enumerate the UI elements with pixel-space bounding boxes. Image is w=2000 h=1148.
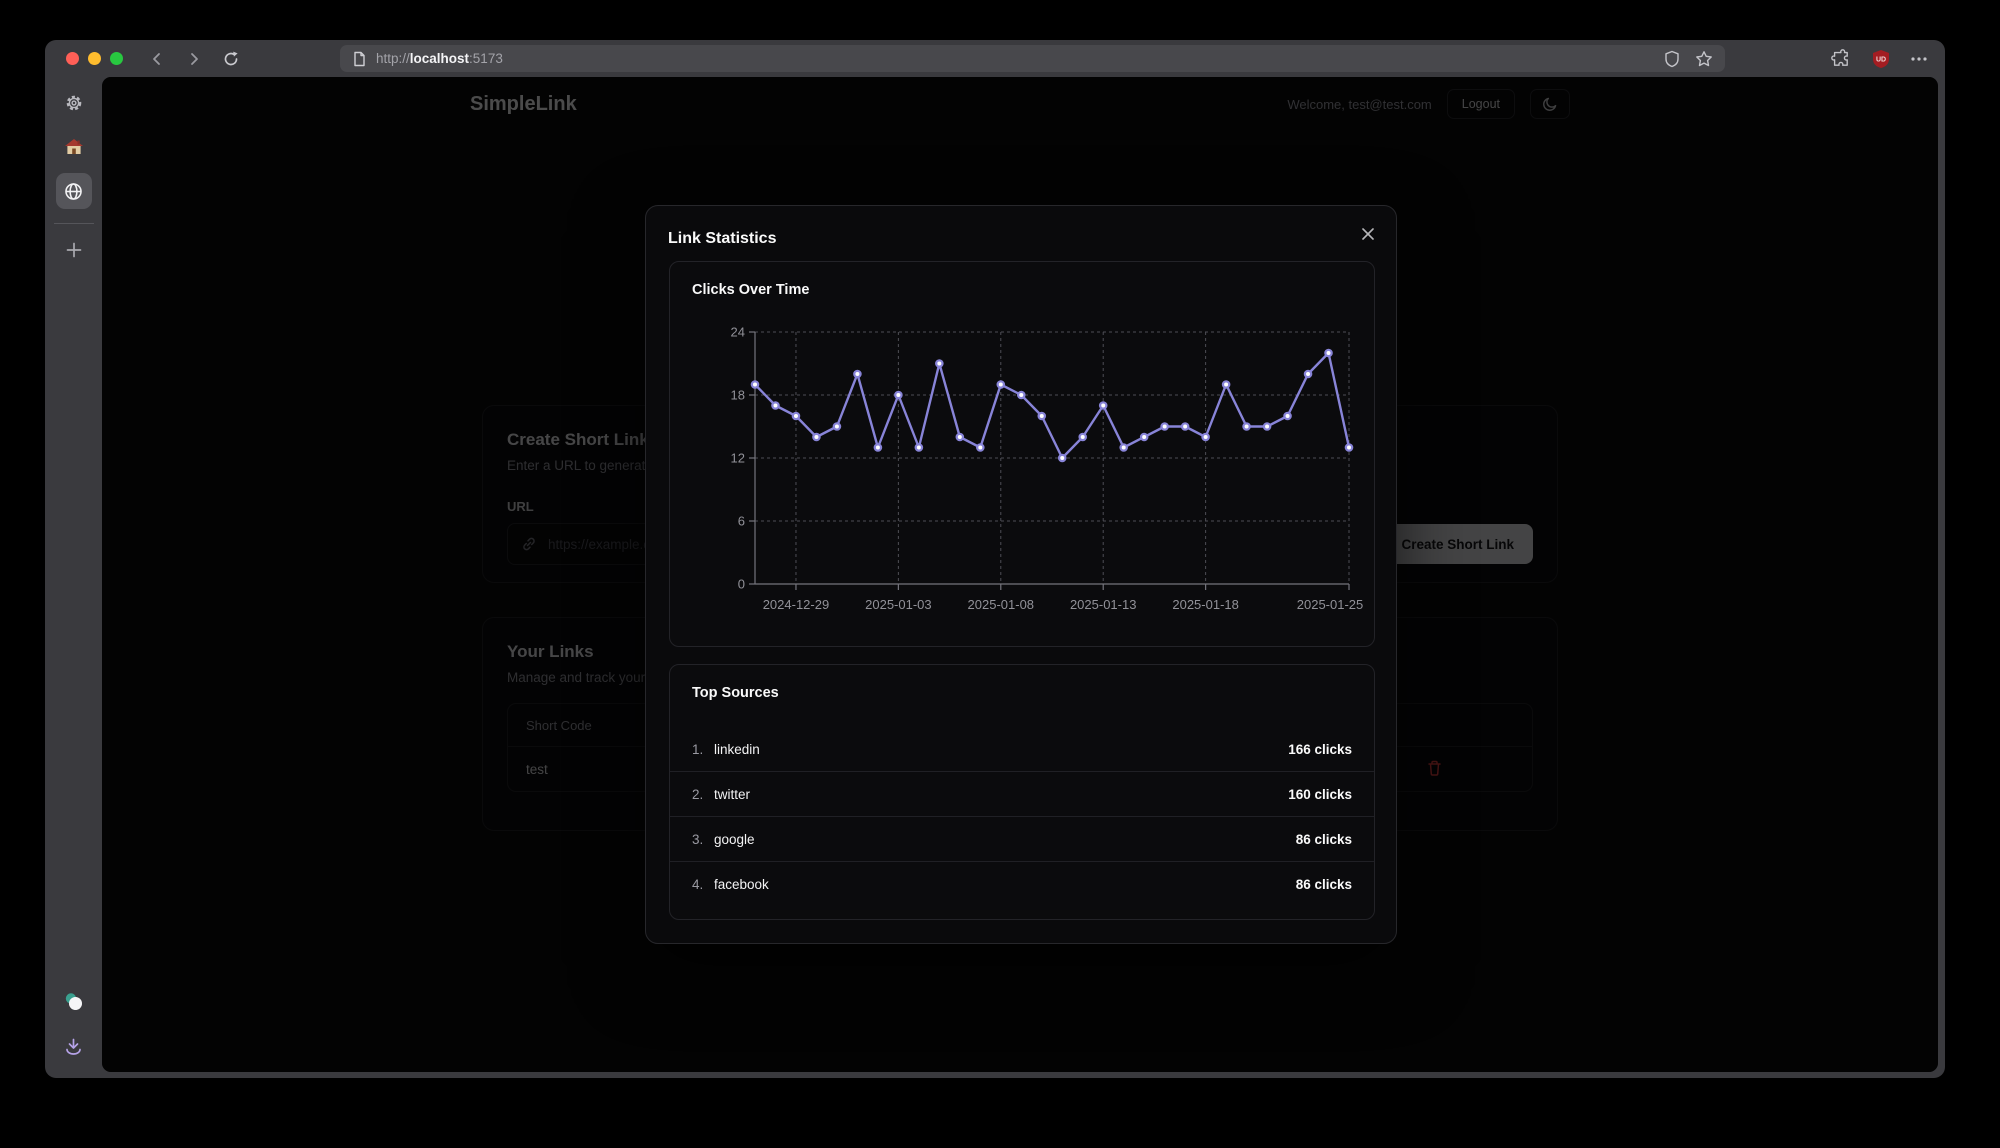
source-clicks: 166 clicks [1288, 742, 1352, 757]
reload-icon [222, 50, 240, 68]
source-rank: 3. [692, 832, 714, 847]
url-text: http://localhost:5173 [376, 51, 503, 66]
clicks-over-time-card: Clicks Over Time 061218242024-12-292025-… [669, 261, 1375, 647]
svg-text:2024-12-29: 2024-12-29 [763, 597, 830, 612]
chevron-right-icon [186, 51, 202, 67]
svg-text:0: 0 [738, 577, 745, 592]
new-tab-button[interactable] [56, 232, 92, 268]
gear-icon [64, 93, 84, 113]
top-sources-card: Top Sources 1. linkedin 166 clicks 2. tw… [669, 664, 1375, 920]
browser-logo-button[interactable] [56, 984, 92, 1020]
menu-ellipsis-icon[interactable] [1909, 49, 1929, 69]
top-sources-list: 1. linkedin 166 clicks 2. twitter 160 cl… [670, 727, 1374, 907]
source-name: twitter [714, 787, 750, 802]
adblocker-badge-icon[interactable]: UD [1870, 48, 1892, 70]
source-rank: 2. [692, 787, 714, 802]
svg-text:2025-01-03: 2025-01-03 [865, 597, 932, 612]
url-bar[interactable]: http://localhost:5173 [340, 45, 1725, 72]
url-scheme: http:// [376, 51, 410, 66]
top-source-row: 3. google 86 clicks [670, 817, 1374, 862]
svg-text:UD: UD [1876, 56, 1886, 63]
house-icon [64, 137, 84, 157]
back-button[interactable] [145, 47, 169, 71]
svg-text:12: 12 [731, 451, 745, 466]
svg-text:24: 24 [731, 325, 745, 340]
plus-icon [65, 241, 83, 259]
globe-icon [63, 181, 84, 202]
minimize-window-button[interactable] [88, 52, 101, 65]
svg-text:6: 6 [738, 514, 745, 529]
url-port: :5173 [469, 51, 503, 66]
downloads-button[interactable] [56, 1028, 92, 1064]
bookmark-star-icon[interactable] [1695, 50, 1713, 68]
browser-window: http://localhost:5173 UD [45, 40, 1945, 1078]
svg-text:2025-01-08: 2025-01-08 [968, 597, 1035, 612]
extensions-puzzle-icon[interactable] [1831, 48, 1853, 70]
browser-titlebar: http://localhost:5173 UD [45, 40, 1945, 77]
top-sources-title: Top Sources [692, 685, 779, 701]
sidebar-settings-button[interactable] [56, 85, 92, 121]
source-name: facebook [714, 877, 769, 892]
sidebar-divider [54, 223, 94, 224]
source-rank: 4. [692, 877, 714, 892]
svg-text:18: 18 [731, 388, 745, 403]
download-icon [64, 1037, 83, 1056]
modal-title: Link Statistics [668, 230, 776, 248]
svg-text:2025-01-18: 2025-01-18 [1172, 597, 1239, 612]
source-clicks: 86 clicks [1296, 832, 1352, 847]
source-name: linkedin [714, 742, 760, 757]
screen: http://localhost:5173 UD [0, 0, 2000, 1148]
close-window-button[interactable] [66, 52, 79, 65]
reload-button[interactable] [219, 47, 243, 71]
shield-icon[interactable] [1664, 50, 1680, 68]
link-statistics-modal: Link Statistics Clicks Over Time 0612182… [645, 205, 1397, 944]
maximize-window-button[interactable] [110, 52, 123, 65]
page-icon [352, 51, 367, 67]
forward-button[interactable] [182, 47, 206, 71]
modal-close-button[interactable] [1354, 220, 1382, 248]
sidebar-active-tab-localhost[interactable] [56, 173, 92, 209]
chevron-left-icon [149, 51, 165, 67]
clicks-over-time-chart: 0 6 12 18 24 2024-12-29 2025-01-03 2025-01-08 20… [670, 262, 1376, 648]
url-host: localhost [410, 51, 469, 66]
web-content: SimpleLink Welcome, test@test.com Logout… [102, 77, 1938, 1072]
source-clicks: 86 clicks [1296, 877, 1352, 892]
top-source-row: 1. linkedin 166 clicks [670, 727, 1374, 772]
source-name: google [714, 832, 755, 847]
source-rank: 1. [692, 742, 714, 757]
close-icon [1361, 227, 1375, 241]
top-source-row: 4. facebook 86 clicks [670, 862, 1374, 907]
source-clicks: 160 clicks [1288, 787, 1352, 802]
svg-text:2025-01-13: 2025-01-13 [1070, 597, 1137, 612]
sidebar-home-tab[interactable] [56, 129, 92, 165]
svg-text:2025-01-25: 2025-01-25 [1297, 597, 1364, 612]
window-controls [66, 52, 123, 65]
browser-sidebar [45, 77, 102, 1078]
top-source-row: 2. twitter 160 clicks [670, 772, 1374, 817]
browser-logo-icon [62, 990, 86, 1014]
